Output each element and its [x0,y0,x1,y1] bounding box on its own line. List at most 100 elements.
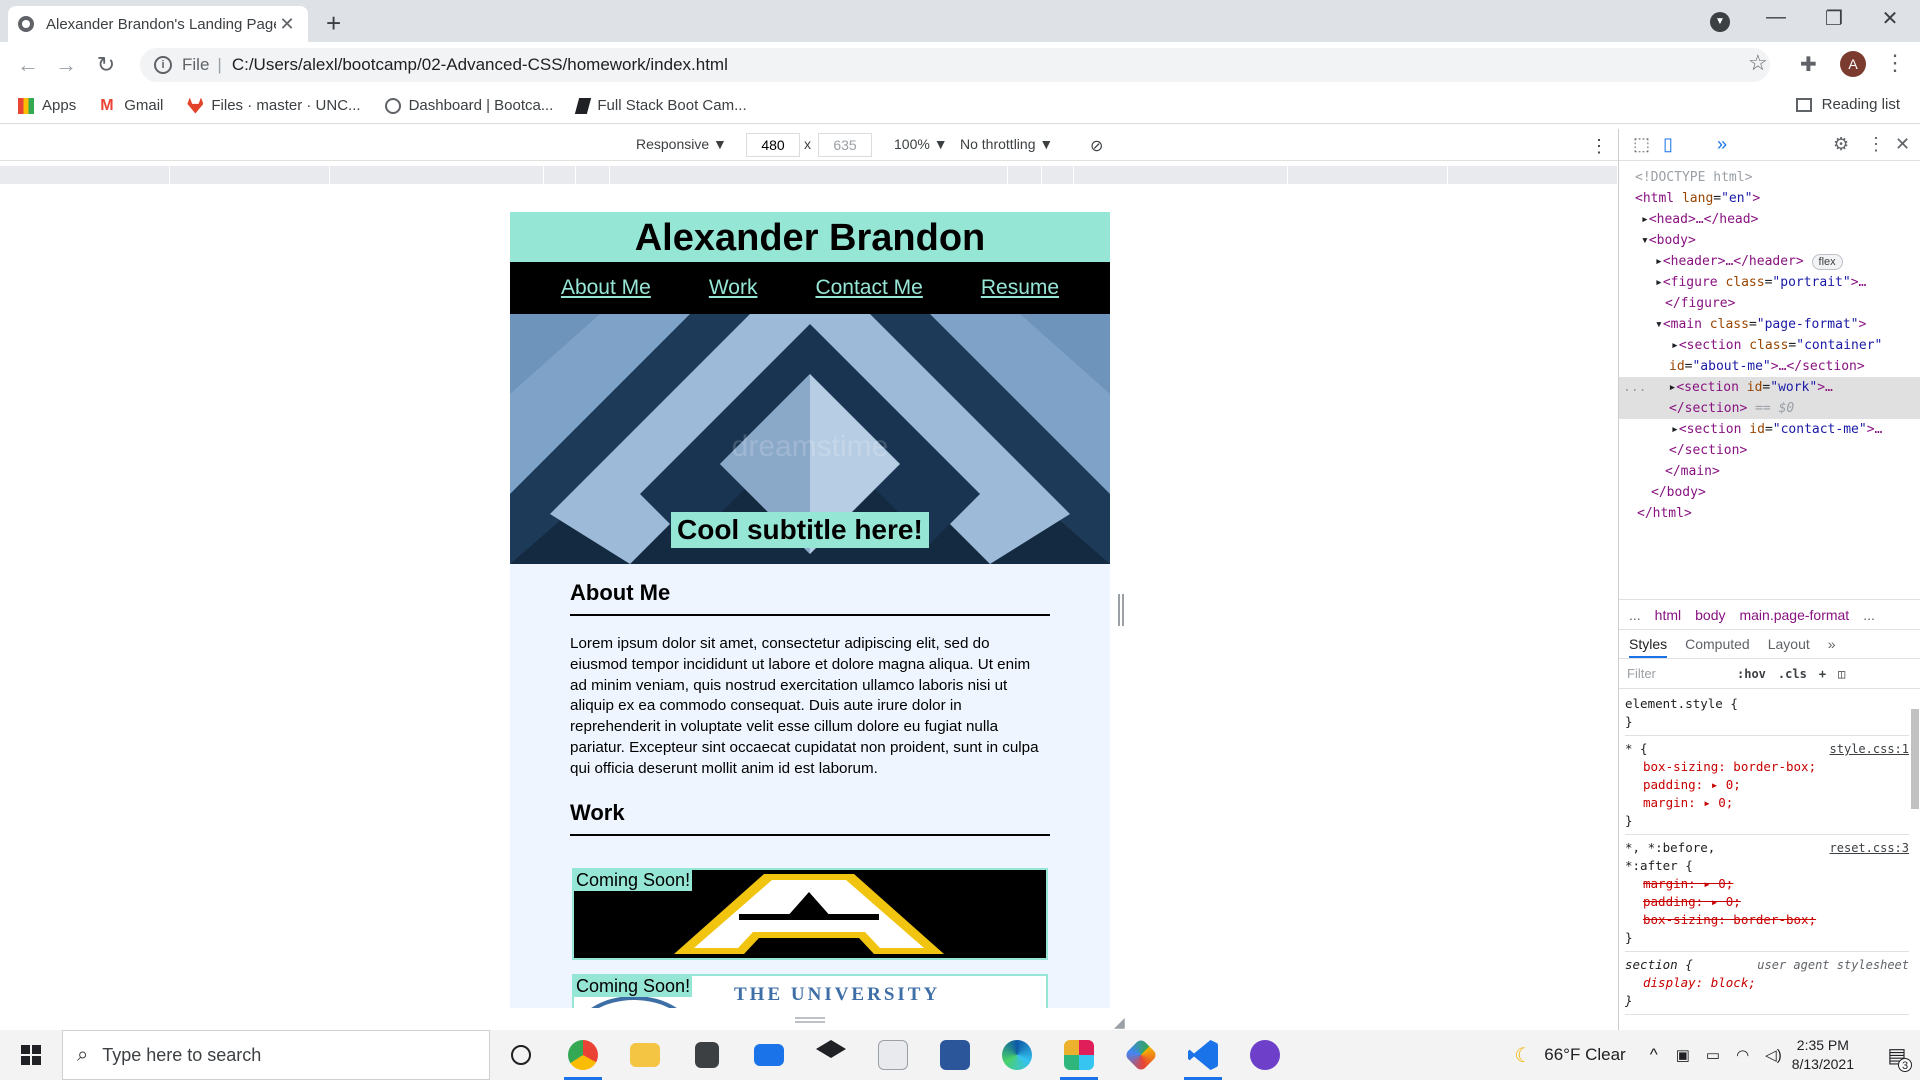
volume-icon[interactable]: ◁) [1765,1046,1782,1064]
git-client-icon[interactable] [1110,1030,1172,1080]
mail-icon[interactable] [738,1030,800,1080]
clock[interactable]: 2:35 PM 8/13/2021 [1792,1036,1854,1074]
taskbar-search[interactable]: ⌕ Type here to search [62,1030,490,1080]
style-property[interactable]: box-sizing: border-box; [1625,758,1909,776]
dom-node-selected[interactable]: </section> == $0 [1619,398,1920,419]
dom-node[interactable]: ▸<figure class="portrait">… [1619,272,1920,293]
work-card[interactable]: Coming Soon! [572,867,1048,960]
bookmark-star-icon[interactable]: ☆ [1748,50,1768,76]
style-property[interactable]: padding: ▸ 0; [1625,776,1909,794]
class-toggle-button[interactable]: .cls [1778,667,1807,681]
vscode-icon[interactable] [1172,1030,1234,1080]
viewport-height-input[interactable] [818,133,872,157]
device-toggle-icon[interactable]: ▯ [1663,134,1673,155]
dom-node[interactable]: <html lang="en"> [1619,188,1920,209]
rule-source-link[interactable]: style.css:1 [1830,740,1909,758]
breadcrumb-body[interactable]: body [1695,607,1725,623]
devtools-menu-icon[interactable]: ⋮ [1867,134,1885,155]
breadcrumb-overflow[interactable]: ... [1863,607,1875,623]
viewport-width-input[interactable] [746,133,800,157]
close-window-icon[interactable]: ✕ [1870,6,1910,31]
tab-styles[interactable]: Styles [1629,636,1668,658]
zoom-select[interactable]: 100% ▼ [894,136,948,152]
info-icon[interactable]: i [154,56,172,74]
dropbox-icon[interactable] [800,1030,862,1080]
device-toolbar-menu-icon[interactable]: ⋮ [1590,136,1608,157]
style-property[interactable]: display: block; [1625,974,1909,992]
chevron-up-icon[interactable]: ^ [1650,1045,1658,1065]
more-panels-icon[interactable]: » [1717,134,1727,155]
media-query-ruler[interactable] [0,166,1618,184]
new-rule-button[interactable]: + [1819,667,1826,681]
style-property[interactable]: margin: ▸ 0; [1625,794,1909,812]
bookmark-gitlab[interactable]: Files · master · UNC... [187,97,361,114]
dom-node[interactable]: </section> [1619,440,1920,461]
overridden-property[interactable]: box-sizing: border-box; [1625,911,1909,929]
breadcrumb-more[interactable]: ... [1629,607,1641,623]
back-icon[interactable]: ← [14,52,42,78]
word-icon[interactable] [924,1030,986,1080]
dom-node[interactable]: ▸<section id="contact-me">… [1619,419,1920,440]
weather-widget[interactable]: ☾ 66°F Clear [1514,1043,1625,1068]
style-rule-universal[interactable]: style.css:1 * { box-sizing: border-box; p… [1625,736,1909,835]
github-desktop-icon[interactable] [1234,1030,1296,1080]
breadcrumb-main[interactable]: main.page-format [1739,607,1849,623]
extensions-icon[interactable]: ✚ [1800,52,1817,77]
bookmark-apps[interactable]: Apps [18,97,76,114]
overridden-property[interactable]: margin: ▸ 0; [1625,875,1909,893]
dom-node[interactable]: ▾<body> [1619,230,1920,251]
chrome-app-icon[interactable] [552,1030,614,1080]
inspect-element-icon[interactable]: ⬚ [1633,134,1650,155]
work-card[interactable]: Coming Soon! THE UNIVERSITY [572,973,1048,1008]
dom-node[interactable]: ▾<main class="page-format"> [1619,314,1920,335]
wifi-icon[interactable]: ◠ [1736,1046,1749,1064]
styles-filter-input[interactable]: Filter [1627,666,1737,681]
viewport-resize-handle-right[interactable] [1118,594,1124,626]
slack-icon[interactable] [1048,1030,1110,1080]
start-button[interactable] [0,1030,62,1080]
style-rule-element[interactable]: element.style { } [1625,691,1909,736]
style-rule-reset[interactable]: reset.css:3 *, *:before, *:after { margin… [1625,835,1909,952]
reload-icon[interactable]: ↻ [92,52,120,78]
address-bar[interactable]: i File | C:/Users/alexl/bootcamp/02-Adva… [140,48,1770,82]
rotate-icon[interactable]: ⊘ [1090,136,1103,156]
nav-link-contact-me[interactable]: Contact Me [815,276,922,300]
bookmark-full-stack[interactable]: Full Stack Boot Cam... [575,97,747,114]
throttle-select[interactable]: No throttling ▼ [960,136,1053,152]
bookmark-gmail[interactable]: M Gmail [100,97,163,114]
dom-node[interactable]: <!DOCTYPE html> [1619,167,1920,188]
tab-computed[interactable]: Computed [1685,636,1750,652]
browser-tab[interactable]: Alexander Brandon's Landing Page ✕ [8,6,308,42]
amazon-icon[interactable] [862,1030,924,1080]
notifications-button[interactable]: ▤ 3 [1874,1030,1920,1080]
forward-icon[interactable]: → [52,52,80,78]
breadcrumb-html[interactable]: html [1655,607,1681,623]
meet-now-icon[interactable]: ▣ [1676,1046,1690,1064]
task-view-icon[interactable] [490,1030,552,1080]
tab-more[interactable]: » [1828,636,1836,652]
nav-link-work[interactable]: Work [709,276,758,300]
flex-badge[interactable]: flex [1811,254,1843,270]
hover-state-button[interactable]: :hov [1737,667,1766,681]
style-rule-user-agent[interactable]: user agent stylesheet section { display: … [1625,952,1909,1015]
store-icon[interactable] [676,1030,738,1080]
dom-node[interactable]: </main> [1619,461,1920,482]
dom-node[interactable]: id="about-me">…</section> [1619,356,1920,377]
styles-scrollbar[interactable] [1911,709,1919,809]
dom-node[interactable]: ▸<head>…</head> [1619,209,1920,230]
minimize-icon[interactable]: — [1756,6,1796,29]
device-mode-select[interactable]: Responsive ▼ [636,136,727,152]
devtools-close-icon[interactable]: ✕ [1895,134,1910,155]
rule-source-link[interactable]: reset.css:3 [1830,839,1909,857]
tab-search-icon[interactable]: ▼ [1710,12,1730,32]
battery-icon[interactable]: ▭ [1706,1046,1720,1064]
dom-node-selected[interactable]: ... ▸<section id="work">… [1619,377,1920,398]
dom-node[interactable]: ▸<header>…</header> flex [1619,251,1920,272]
viewport-resize-corner-icon[interactable]: ◢ [1114,1014,1128,1030]
dom-node[interactable]: </body> [1619,482,1920,503]
dom-node[interactable]: ▸<section class="container" [1619,335,1920,356]
new-tab-icon[interactable]: + [326,8,341,39]
profile-avatar[interactable]: A [1840,51,1866,77]
file-explorer-icon[interactable] [614,1030,676,1080]
reading-list[interactable]: Reading list [1795,96,1900,113]
